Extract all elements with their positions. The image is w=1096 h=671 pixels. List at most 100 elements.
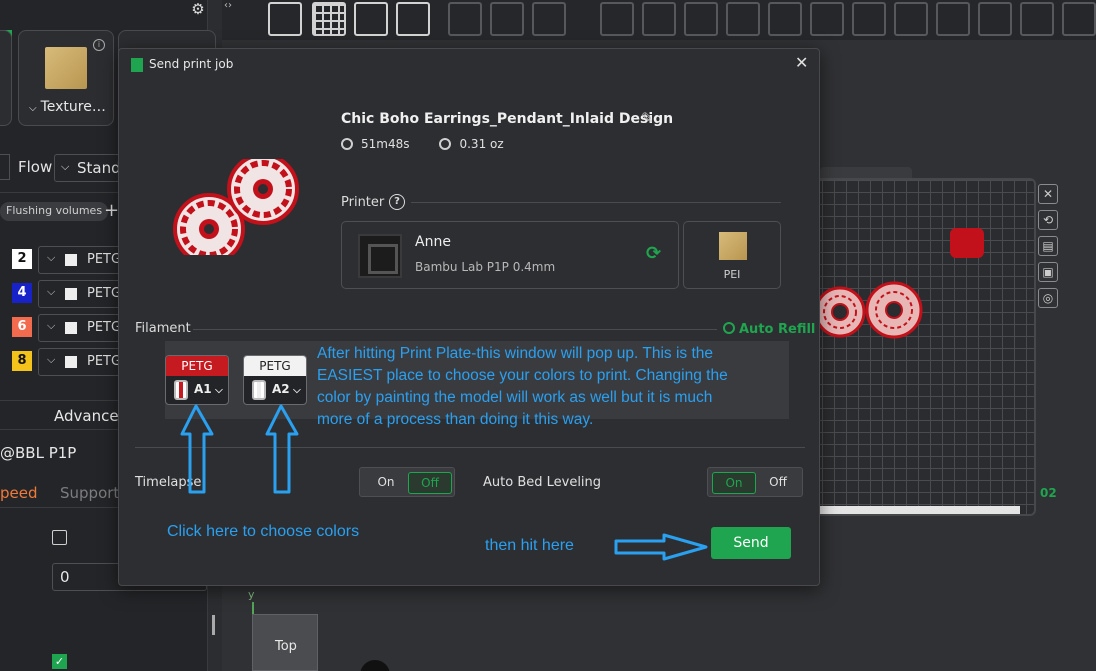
printer-thumbnail [358,234,402,278]
collapse-sidebar-icon[interactable]: ‹› [224,0,242,14]
filament-slot-label: A1 ⌵ [194,382,223,396]
annotation-main-text: After hitting Print Plate-this window wi… [317,345,728,428]
divider [193,329,717,330]
send-print-job-dialog: Send print job ✕ Chic Boho Earrings_Pend… [118,48,820,586]
printer-name: Anne [415,234,451,250]
tab-speed[interactable]: peed [0,484,38,502]
arrange-plate-icon[interactable]: ▤ [1038,236,1058,256]
red-model-square[interactable] [950,228,984,258]
printer-section-label: Printer [341,195,385,210]
annotation-click-text: Click here to choose colors [167,523,360,540]
view-icon[interactable] [1020,2,1054,36]
texture-plate-card[interactable]: i ⌵ Texture… [18,30,114,126]
printer-model: Bambu Lab P1P 0.4mm [415,260,556,274]
texture-label: Texture… [40,99,106,115]
timelapse-toggle[interactable]: On Off [359,467,455,497]
rotate-icon[interactable] [642,2,676,36]
filament-number: 2 [12,249,32,269]
plate-card-left[interactable] [0,30,12,126]
more-icon[interactable] [1062,2,1096,36]
model-preview [173,159,299,255]
filament-chip[interactable]: PETG A2 ⌵ [243,355,307,405]
spool-icon [174,380,188,400]
color-paint-icon[interactable] [978,2,1012,36]
lay-on-face-icon[interactable] [726,2,760,36]
slot-id: A1 [194,382,212,396]
filament-slot-label: A2 ⌵ [272,382,301,396]
filament-number: 6 [12,317,32,337]
auto-refill-link[interactable]: Auto Refill [723,322,815,337]
chevron-down-icon: ⌵ [289,385,301,396]
send-button[interactable]: Send [711,527,791,559]
filament-chip-type: PETG [166,356,228,376]
plate-type-card[interactable]: PEI [683,221,781,289]
abl-on[interactable]: On [712,472,756,494]
measure-icon[interactable] [936,2,970,36]
plate-type-label: PEI [723,268,741,281]
filament-chip[interactable]: PETG A1 ⌵ [165,355,229,405]
spool-icon [252,380,266,400]
flushing-volumes-button[interactable]: Flushing volumes [0,202,109,221]
divider [135,447,805,448]
bambu-logo-icon [65,288,77,300]
add-plate-icon[interactable] [312,2,346,36]
settings-gear-icon[interactable]: ⚙ [188,0,208,18]
auto-orient-icon[interactable] [354,2,388,36]
scale-icon[interactable] [684,2,718,36]
timelapse-on[interactable]: On [364,472,408,494]
job-name: Chic Boho Earrings_Pendant_Inlaid Design [341,111,674,127]
close-icon[interactable]: ✕ [795,53,808,72]
auto-bed-leveling-toggle[interactable]: On Off [707,467,803,497]
chevron-down-icon: ⌵ [47,251,56,264]
plate-number: 02 [1040,486,1057,500]
help-icon[interactable]: ? [389,194,405,210]
plate-type-thumbnail [719,232,747,260]
setting-checkbox-checked[interactable]: ✓ [52,654,67,669]
seam-paint-icon[interactable] [852,2,886,36]
abl-off[interactable]: Off [756,472,800,494]
dialog-titlebar: Send print job ✕ [119,49,819,79]
print-time: 51m48s [361,137,410,151]
layers-icon[interactable] [532,2,566,36]
info-icon[interactable]: i [93,39,105,51]
filament-select-label: PETG [87,252,122,267]
plate-settings-icon[interactable] [490,2,524,36]
add-filament-icon[interactable]: + [104,200,119,221]
setting-checkbox[interactable] [52,530,67,545]
refresh-icon[interactable]: ⟳ [646,243,661,264]
move-icon[interactable] [600,2,634,36]
orient-plate-icon[interactable]: ⟲ [1038,210,1058,230]
timelapse-off[interactable]: Off [408,472,452,494]
slot-id: A2 [272,382,290,396]
chevron-down-icon: ⌵ [47,319,56,332]
view-cube[interactable]: Top [252,614,318,671]
flow-left-select[interactable] [0,154,10,180]
bambu-logo-icon [65,356,77,368]
edit-pencil-icon[interactable]: ✎ [641,109,654,127]
lock-plate-icon[interactable]: ▣ [1038,262,1058,282]
add-object-icon[interactable] [268,2,302,36]
view-cube-label: Top [275,639,297,654]
divider [411,202,781,203]
top-toolbar: ‹› [222,0,1096,40]
filament-weight: 0.31 oz [459,137,504,151]
chevron-down-icon: ⌵ [47,285,56,298]
split-icon[interactable] [448,2,482,36]
auto-refill-label: Auto Refill [739,322,816,337]
cut-icon[interactable] [768,2,802,36]
support-paint-icon[interactable] [810,2,844,36]
auto-bed-leveling-label: Auto Bed Leveling [483,475,602,490]
timelapse-label: Timelapse [135,475,202,490]
tab-support[interactable]: Support [60,484,119,502]
text-icon[interactable] [894,2,928,36]
printer-preset-name[interactable]: @BBL P1P [0,444,76,462]
bambu-logo-icon [65,254,77,266]
plate-settings-icon[interactable]: ◎ [1038,288,1058,308]
build-plate[interactable] [808,178,1036,516]
flow-label: Flow [18,158,53,176]
sidebar-scrollbar[interactable] [212,615,215,635]
bed-label-strip [820,506,1020,514]
printer-select-card[interactable]: Anne Bambu Lab P1P 0.4mm ⟳ [341,221,679,289]
arrange-icon[interactable] [396,2,430,36]
close-plate-icon[interactable]: ✕ [1038,184,1058,204]
